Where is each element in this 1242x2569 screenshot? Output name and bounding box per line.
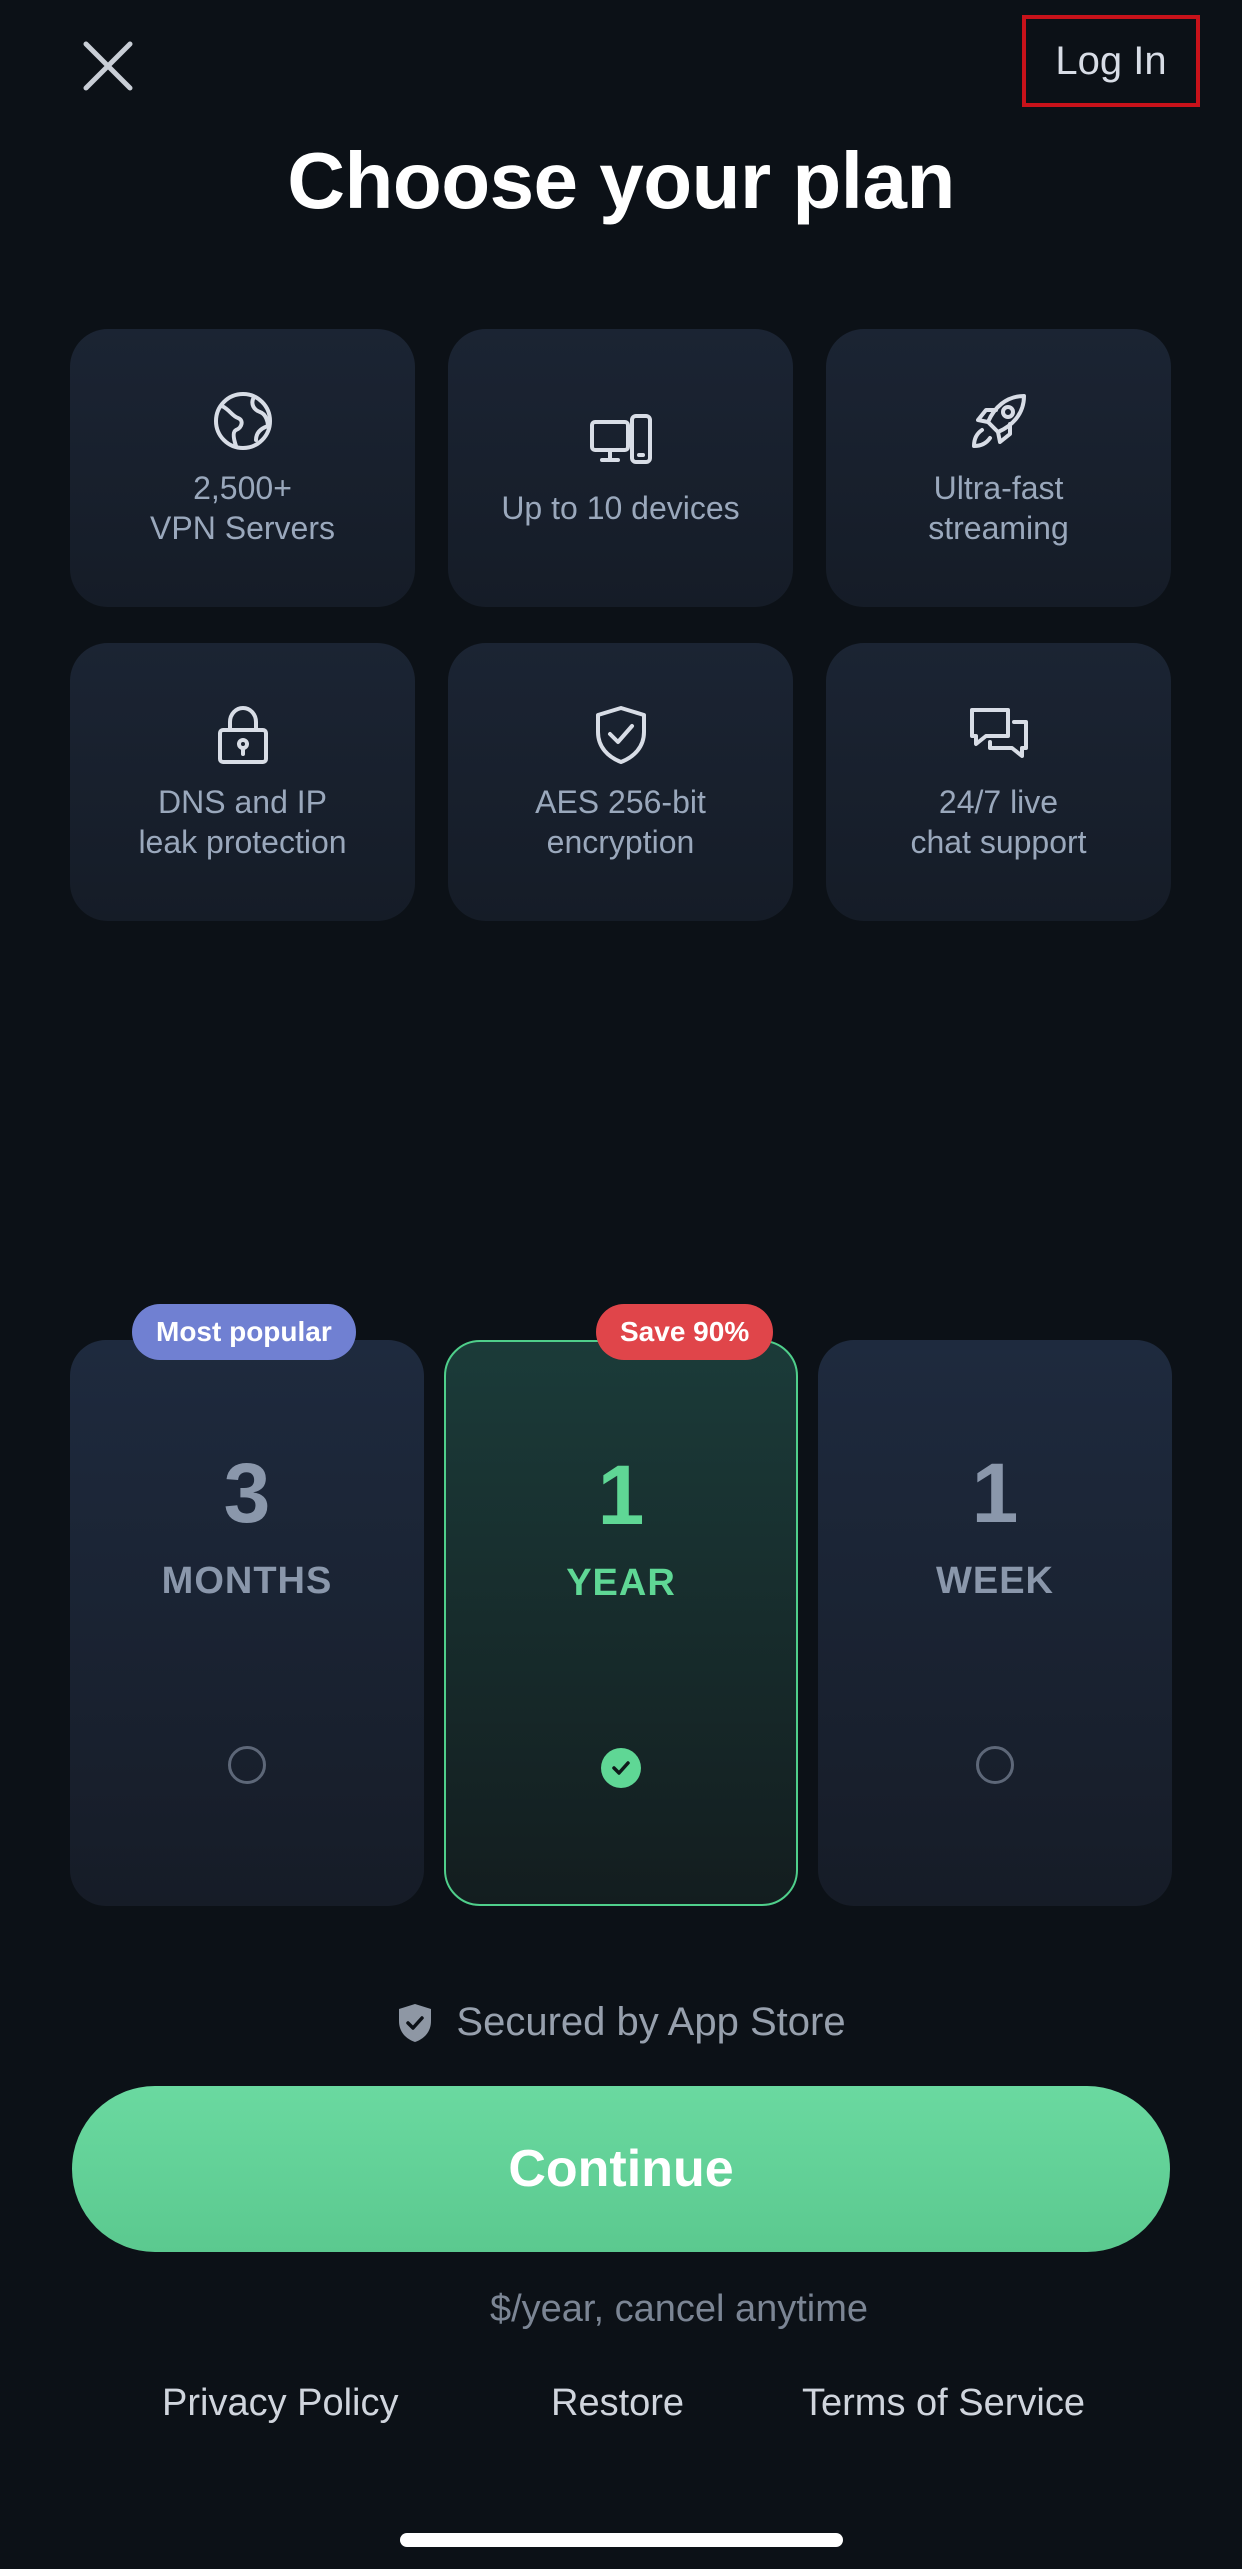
continue-button[interactable]: Continue [72,2086,1170,2252]
feature-label: DNS and IP leak protection [138,784,347,860]
feature-card-leak-protection: DNS and IP leak protection [70,643,415,921]
home-indicator [400,2533,843,2547]
restore-link[interactable]: Restore [551,2382,684,2425]
checkmark-icon [612,1761,630,1775]
plan-card-1-year[interactable]: 1 YEAR [444,1340,798,1906]
features-grid: 2,500+ VPN Servers Up to 10 devices Ultr… [70,329,1172,921]
feature-label: AES 256-bit encryption [535,784,706,860]
feature-label: Up to 10 devices [501,490,740,526]
privacy-policy-link[interactable]: Privacy Policy [162,2382,399,2425]
shield-check-icon [595,706,646,764]
lock-icon [217,706,268,764]
secured-label: Secured by App Store [456,2000,846,2044]
badge-most-popular: Most popular [132,1304,356,1360]
plan-card-1-week[interactable]: 1 WEEK [818,1340,1172,1906]
price-note: $/year, cancel anytime [0,2288,1242,2331]
feature-card-support: 24/7 live chat support [826,643,1171,921]
feature-card-devices: Up to 10 devices [448,329,793,607]
devices-icon [589,414,652,464]
rocket-icon [971,394,1026,448]
login-button[interactable]: Log In [1022,15,1200,107]
feature-card-servers: 2,500+ VPN Servers [70,329,415,607]
price-note-text: $/year, cancel anytime [489,2288,869,2330]
secured-notice: Secured by App Store [0,2000,1242,2045]
plan-unit: MONTHS [161,1560,333,1602]
chat-icon [969,708,1028,758]
feature-card-encryption: AES 256-bit encryption [448,643,793,921]
page-title: Choose your plan [287,136,955,225]
close-button[interactable] [72,30,144,102]
feature-card-streaming: Ultra-fast streaming [826,329,1171,607]
plan-options: 3 MONTHS 1 YEAR 1 WEEK Most popular Save… [70,1304,1172,1906]
paywall-screen: Log In Choose your plan 2,500+ VPN Serve… [0,0,1242,2569]
feature-label: 2,500+ VPN Servers [150,470,335,546]
plan-number: 1 [971,1446,1019,1540]
plan-unit: YEAR [566,1562,676,1604]
plan-number: 1 [597,1448,645,1542]
terms-of-service-link[interactable]: Terms of Service [802,2382,1085,2425]
feature-label: 24/7 live chat support [910,784,1087,860]
close-icon [83,41,133,91]
globe-icon [213,392,272,450]
badge-save: Save 90% [596,1304,774,1360]
plan-number: 3 [223,1446,271,1540]
plan-radio[interactable] [228,1746,266,1784]
plan-card-3-months[interactable]: 3 MONTHS [70,1340,424,1906]
plan-unit: WEEK [936,1560,1054,1602]
shield-check-icon [399,2003,432,2042]
plan-radio[interactable] [976,1746,1014,1784]
feature-label: Ultra-fast streaming [928,470,1069,546]
plan-radio-selected[interactable] [601,1748,641,1788]
